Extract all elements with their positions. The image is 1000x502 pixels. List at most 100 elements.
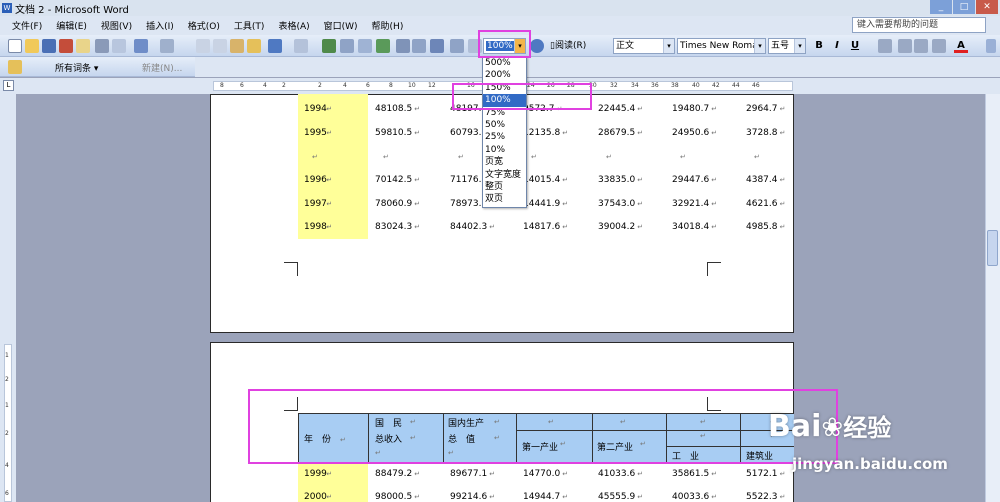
table-cell: 48108.5 (375, 104, 413, 114)
paste-icon[interactable] (230, 39, 244, 53)
new-autotext-button[interactable]: 新建(N)... (142, 61, 182, 74)
help-search-input[interactable]: 键入需要帮助的问题 (852, 17, 986, 33)
autotext-icon[interactable] (8, 60, 22, 74)
close-button[interactable]: ✕ (976, 0, 998, 14)
ruler-tick-label: 4 (263, 82, 267, 89)
style-dropdown-arrow[interactable]: ▾ (663, 39, 674, 53)
bold-button[interactable]: B (812, 39, 826, 53)
paragraph-mark: ↵ (414, 493, 421, 501)
zoom-option[interactable]: 10% (483, 144, 526, 156)
print-preview-icon[interactable] (112, 39, 126, 53)
toolbar-area (195, 57, 1000, 77)
menu-format[interactable]: 格式(O) (188, 19, 220, 32)
menu-edit[interactable]: 编辑(E) (56, 19, 87, 32)
vertical-scrollbar[interactable] (985, 94, 1000, 502)
zoom-option[interactable]: 200% (483, 69, 526, 81)
scrollbar-thumb[interactable] (987, 230, 998, 266)
paragraph-mark: ↵ (637, 200, 644, 208)
all-entries-dropdown[interactable]: 所有词条 ▾ (55, 61, 98, 74)
menu-table[interactable]: 表格(A) (278, 19, 309, 32)
zoom-option[interactable]: 双页 (483, 193, 526, 205)
zoom-option[interactable]: 整页 (483, 181, 526, 193)
table-cell: 89677.1 (450, 469, 488, 479)
spelling-icon[interactable] (134, 39, 148, 53)
menu-view[interactable]: 视图(V) (101, 19, 132, 32)
paragraph-mark: ↵ (711, 470, 718, 478)
paragraph-mark: ↵ (711, 493, 718, 501)
hyperlink-icon[interactable] (322, 39, 336, 53)
format-painter-icon[interactable] (247, 39, 261, 53)
table-cell: 4985.8 (746, 222, 778, 232)
watermark-brand: Bai (768, 409, 822, 444)
paragraph-mark: ↵ (489, 470, 496, 478)
undo-icon[interactable] (268, 39, 282, 53)
help-icon[interactable] (530, 39, 544, 53)
menu-window[interactable]: 窗口(W) (324, 19, 358, 32)
ruler-tick-label: 1 (5, 402, 9, 409)
paragraph-mark: ↵ (326, 129, 333, 137)
paragraph-mark: ↵ (711, 129, 718, 137)
zoom-option[interactable]: 页宽 (483, 156, 526, 168)
paragraph-mark: ↵ (562, 176, 569, 184)
align-left-icon[interactable] (878, 39, 892, 53)
cut-icon[interactable] (196, 39, 210, 53)
table-cell: 84402.3 (450, 222, 488, 232)
font-size-combobox[interactable]: 五号 ▾ (768, 38, 806, 54)
table-cell: 98000.5 (375, 492, 413, 502)
print-icon[interactable] (95, 39, 109, 53)
insert-excel-icon[interactable] (376, 39, 390, 53)
zoom-option[interactable]: 50% (483, 119, 526, 131)
document-map-icon[interactable] (430, 39, 444, 53)
columns-icon[interactable] (396, 39, 410, 53)
copy-icon[interactable] (213, 39, 227, 53)
zoom-option[interactable]: 500% (483, 57, 526, 69)
menu-help[interactable]: 帮助(H) (372, 19, 404, 32)
email-icon[interactable] (76, 39, 90, 53)
font-size-dropdown-arrow[interactable]: ▾ (794, 39, 805, 53)
paragraph-mark: ↵ (711, 176, 718, 184)
numbering-icon[interactable] (898, 39, 912, 53)
font-combobox[interactable]: Times New Roman ▾ (677, 38, 766, 54)
table-cell: 1998 (304, 222, 327, 232)
show-hide-icon[interactable] (450, 39, 464, 53)
new-document-icon[interactable] (8, 39, 22, 53)
ruler-tick-label: 2 (5, 430, 9, 437)
menu-insert[interactable]: 插入(I) (146, 19, 174, 32)
research-icon[interactable] (160, 39, 174, 53)
tab-selector[interactable]: L (3, 80, 14, 91)
font-color-button[interactable]: A (954, 39, 968, 53)
table-cell: 35861.5 (672, 469, 710, 479)
redo-icon[interactable] (294, 39, 308, 53)
paragraph-mark: ↵ (326, 200, 333, 208)
zoom-option[interactable]: 25% (483, 131, 526, 143)
menu-tools[interactable]: 工具(T) (234, 19, 265, 32)
save-icon[interactable] (42, 39, 56, 53)
toolbar-options-icon[interactable] (986, 39, 996, 53)
permission-icon[interactable] (59, 39, 73, 53)
paragraph-mark: ↵ (779, 176, 786, 184)
table-cell: 22445.4 (598, 104, 636, 114)
maximize-button[interactable]: □ (953, 0, 975, 14)
paw-icon: ❀ (821, 413, 844, 443)
insert-table-icon[interactable] (358, 39, 372, 53)
minimize-button[interactable]: _ (930, 0, 952, 14)
tables-borders-icon[interactable] (340, 39, 354, 53)
ruler-tick-label: 46 (752, 82, 760, 89)
table-cell: 14817.6 (523, 222, 561, 232)
font-dropdown-arrow[interactable]: ▾ (754, 39, 765, 53)
underline-button[interactable]: U (848, 39, 862, 53)
menu-file[interactable]: 文件(F) (12, 19, 42, 32)
open-icon[interactable] (25, 39, 39, 53)
paragraph-mark: ↵ (326, 470, 333, 478)
paragraph-mark: ↵ (711, 223, 718, 231)
ruler-tick-label: 6 (5, 490, 9, 497)
drawing-icon[interactable] (412, 39, 426, 53)
indent-icon[interactable] (932, 39, 946, 53)
ruler-tick-label: 36 (651, 82, 659, 89)
read-button[interactable]: ▯阅读(R) (550, 39, 586, 53)
style-combobox[interactable]: 正文 ▾ (613, 38, 675, 54)
autotext-toolbar: 所有词条 ▾ 新建(N)... (0, 57, 195, 77)
zoom-option[interactable]: 文字宽度 (483, 169, 526, 181)
bullets-icon[interactable] (914, 39, 928, 53)
italic-button[interactable]: I (830, 39, 844, 53)
